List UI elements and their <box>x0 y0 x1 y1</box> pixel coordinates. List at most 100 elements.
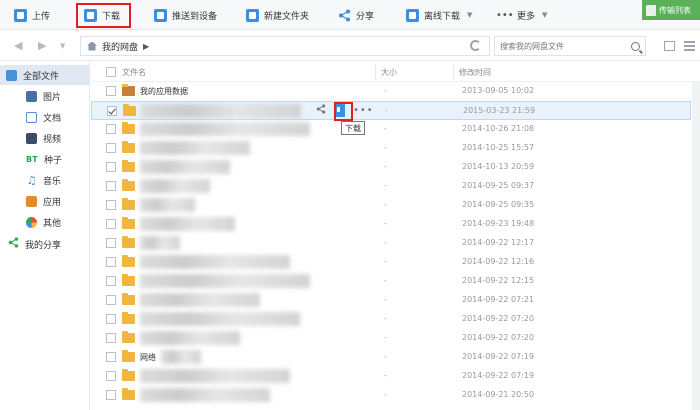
table-row[interactable]: - 2014-09-21 20:50 <box>91 386 691 405</box>
file-date: 2014-10-26 21:08 <box>462 124 535 133</box>
more-button[interactable]: ••• 更多 ▼ <box>492 4 551 26</box>
file-date: 2014-09-22 12:16 <box>462 257 535 266</box>
row-checkbox[interactable] <box>106 200 116 210</box>
row-checkbox[interactable] <box>106 295 116 305</box>
row-checkbox[interactable] <box>106 257 116 267</box>
file-date: 2014-09-22 07:20 <box>462 333 535 342</box>
search-icon[interactable] <box>631 41 640 51</box>
upload-button[interactable]: 上传 <box>10 4 54 26</box>
file-date: 2014-09-21 20:50 <box>462 390 535 399</box>
row-checkbox[interactable] <box>106 124 116 134</box>
column-header-size[interactable]: 大小 <box>381 67 397 78</box>
row-checkbox[interactable] <box>106 390 116 400</box>
table-row[interactable]: - 2014-09-22 12:16 <box>91 253 691 272</box>
sidebar: 全部文件 图片 文档 视频 BT 种子 ♫ 音乐 应用 其他 我的分享 <box>0 62 90 410</box>
row-checkbox[interactable] <box>107 106 117 116</box>
search-input[interactable]: 搜索我的网盘文件 <box>494 36 646 56</box>
file-name[interactable]: 我的应用数据 <box>140 86 188 97</box>
sidebar-item-label: 种子 <box>44 155 63 166</box>
sidebar-item-documents[interactable]: 文档 <box>0 107 90 127</box>
file-date: 2014-09-22 07:21 <box>462 295 535 304</box>
table-row[interactable]: ••• - 2015-03-23 21:59 <box>91 101 691 120</box>
row-checkbox[interactable] <box>106 219 116 229</box>
sidebar-item-torrents[interactable]: BT 种子 <box>0 149 90 169</box>
sidebar-item-my-share[interactable]: 我的分享 <box>0 234 90 254</box>
push-device-button[interactable]: 推送到设备 <box>150 4 221 26</box>
back-arrow-icon[interactable]: ◀ <box>14 39 22 52</box>
history-chevron-icon[interactable]: ▼ <box>60 42 65 50</box>
table-row[interactable]: - 2014-09-25 09:37 <box>91 177 691 196</box>
refresh-icon[interactable] <box>470 40 481 51</box>
column-header-modified[interactable]: 修改时间 <box>459 67 491 78</box>
sidebar-item-label: 音乐 <box>43 176 62 187</box>
file-size: - <box>384 352 387 361</box>
table-row[interactable]: - 2014-10-26 21:08 <box>91 120 691 139</box>
blurred-file-name <box>140 236 180 250</box>
table-row[interactable]: - 2014-09-22 07:21 <box>91 291 691 310</box>
file-size: - <box>384 86 387 95</box>
share-button[interactable]: 分享 <box>334 4 378 26</box>
table-row[interactable]: - 2014-09-22 07:19 <box>91 367 691 386</box>
row-checkbox[interactable] <box>106 181 116 191</box>
row-checkbox[interactable] <box>106 371 116 381</box>
file-size: - <box>384 295 387 304</box>
file-date: 2014-09-23 19:48 <box>462 219 535 228</box>
sidebar-item-all-files[interactable]: 全部文件 <box>0 65 90 85</box>
list-view-icon[interactable] <box>684 41 695 51</box>
folder-icon <box>122 293 135 305</box>
sidebar-item-other[interactable]: 其他 <box>0 212 90 232</box>
table-row[interactable]: - 2014-09-22 07:20 <box>91 329 691 348</box>
new-folder-button[interactable]: 新建文件夹 <box>242 4 313 26</box>
folder-icon <box>122 236 135 248</box>
table-row[interactable]: - 2014-10-13 20:59 <box>91 158 691 177</box>
sidebar-item-label: 全部文件 <box>23 71 60 82</box>
select-all-checkbox[interactable] <box>106 67 116 77</box>
file-date: 2014-09-22 12:15 <box>462 276 535 285</box>
document-icon <box>26 111 37 123</box>
breadcrumb-item[interactable]: 我的网盘 <box>102 40 138 53</box>
table-row[interactable]: - 2014-09-22 12:15 <box>91 272 691 291</box>
forward-arrow-icon[interactable]: ▶ <box>38 39 46 52</box>
file-name[interactable]: 网络 <box>140 352 156 363</box>
column-header-name[interactable]: 文件名 <box>122 67 146 78</box>
sidebar-item-videos[interactable]: 视频 <box>0 128 90 148</box>
more-dots-icon[interactable]: ••• <box>353 105 374 116</box>
breadcrumb[interactable]: 我的网盘 ▶ <box>80 36 490 56</box>
blurred-file-name <box>140 293 260 307</box>
offline-download-button[interactable]: 离线下载 ▼ <box>402 4 476 26</box>
row-checkbox[interactable] <box>106 314 116 324</box>
file-size: - <box>384 257 387 266</box>
sidebar-item-music[interactable]: ♫ 音乐 <box>0 170 90 190</box>
table-row[interactable]: - 2014-09-23 19:48 <box>91 215 691 234</box>
app-icon <box>26 195 37 207</box>
row-checkbox[interactable] <box>106 86 116 96</box>
sidebar-item-images[interactable]: 图片 <box>0 86 90 106</box>
share-icon[interactable] <box>316 104 326 117</box>
transfer-list-button[interactable]: 传输列表 <box>642 0 700 20</box>
folder-icon <box>122 84 135 96</box>
sidebar-item-apps[interactable]: 应用 <box>0 191 90 211</box>
table-row[interactable]: - 2014-09-22 07:20 <box>91 310 691 329</box>
table-row[interactable]: 网络 - 2014-09-22 07:19 <box>91 348 691 367</box>
video-icon <box>26 132 37 144</box>
share-icon <box>338 9 351 22</box>
file-date: 2014-09-25 09:35 <box>462 200 535 209</box>
blurred-file-name <box>140 312 300 326</box>
chevron-down-icon: ▼ <box>467 11 473 19</box>
table-row[interactable]: 我的应用数据 - 2013-09-05 10:02 <box>91 82 691 101</box>
upload-label: 上传 <box>32 11 51 22</box>
row-checkbox[interactable] <box>106 276 116 286</box>
row-checkbox[interactable] <box>106 143 116 153</box>
table-row[interactable]: - 2014-10-25 15:57 <box>91 139 691 158</box>
folder-icon <box>122 255 135 267</box>
row-checkbox[interactable] <box>106 333 116 343</box>
table-row[interactable]: - 2014-09-22 12:17 <box>91 234 691 253</box>
folder-icon <box>122 350 135 362</box>
search-placeholder: 搜索我的网盘文件 <box>500 41 564 51</box>
row-checkbox[interactable] <box>106 352 116 362</box>
row-checkbox[interactable] <box>106 162 116 172</box>
scrollbar[interactable] <box>692 82 700 410</box>
table-row[interactable]: - 2014-09-25 09:35 <box>91 196 691 215</box>
row-checkbox[interactable] <box>106 238 116 248</box>
grid-view-icon[interactable] <box>664 41 675 51</box>
